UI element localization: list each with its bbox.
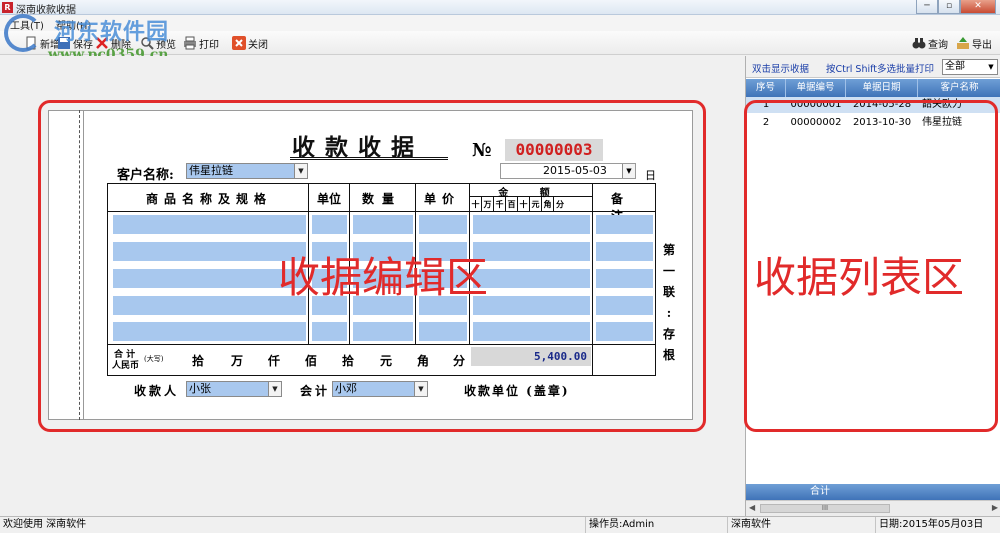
- edit-area-annotation: 收据编辑区: [278, 253, 489, 302]
- list-footer: 合计: [746, 484, 1000, 500]
- col-code[interactable]: 单据编号: [786, 79, 846, 97]
- export-button[interactable]: 导出: [956, 35, 992, 51]
- status-date: 日期:2015年05月03日: [875, 517, 983, 533]
- export-icon: [957, 37, 969, 49]
- app-icon: R: [2, 2, 13, 13]
- maximize-button[interactable]: ▫: [938, 0, 960, 14]
- list-area-annotation: 收据列表区: [754, 253, 965, 302]
- status-bar: 欢迎使用 深南软件 操作员:Admin 深南软件 日期:2015年05月03日: [0, 516, 1000, 533]
- status-operator: 操作员:Admin: [585, 517, 727, 533]
- print-button[interactable]: 打印: [183, 35, 219, 51]
- minimize-button[interactable]: ─: [916, 0, 938, 14]
- close-window-button[interactable]: ✕: [960, 0, 996, 14]
- list-total-label: 合计: [810, 486, 830, 497]
- printer-icon: [184, 36, 196, 50]
- window-controls: ─ ▫ ✕: [916, 0, 996, 15]
- title-bar: R 深南收款收据 ─ ▫ ✕: [0, 0, 1000, 16]
- list-toolbar: 双击显示收据 按Ctrl Shift多选批量打印 全部 ▼: [746, 56, 1000, 78]
- watermark-logo-icon: [4, 14, 42, 52]
- scroll-left-icon[interactable]: ◀: [749, 503, 755, 512]
- status-welcome: 欢迎使用 深南软件: [3, 519, 87, 530]
- col-date[interactable]: 单据日期: [846, 79, 918, 97]
- col-customer[interactable]: 客户名称: [918, 79, 1000, 97]
- close-button[interactable]: 关闭: [232, 35, 268, 51]
- batch-print-link[interactable]: 按Ctrl Shift多选批量打印: [826, 61, 934, 75]
- search-button[interactable]: 查询: [912, 35, 948, 51]
- list-header: 序号 单据编号 单据日期 客户名称: [746, 79, 1000, 97]
- binoculars-icon: [912, 38, 926, 49]
- col-seq[interactable]: 序号: [746, 79, 786, 97]
- filter-select[interactable]: 全部 ▼: [942, 59, 998, 75]
- status-company: 深南软件: [727, 517, 875, 533]
- chevron-down-icon[interactable]: ▼: [985, 60, 997, 74]
- watermark-name: 河东软件园: [54, 19, 170, 45]
- horizontal-scrollbar[interactable]: ◀ III ▶: [746, 500, 1000, 516]
- scroll-right-icon[interactable]: ▶: [992, 503, 998, 512]
- close-icon: [232, 36, 246, 50]
- scroll-thumb[interactable]: III: [760, 504, 890, 513]
- show-receipt-link[interactable]: 双击显示收据: [752, 61, 809, 75]
